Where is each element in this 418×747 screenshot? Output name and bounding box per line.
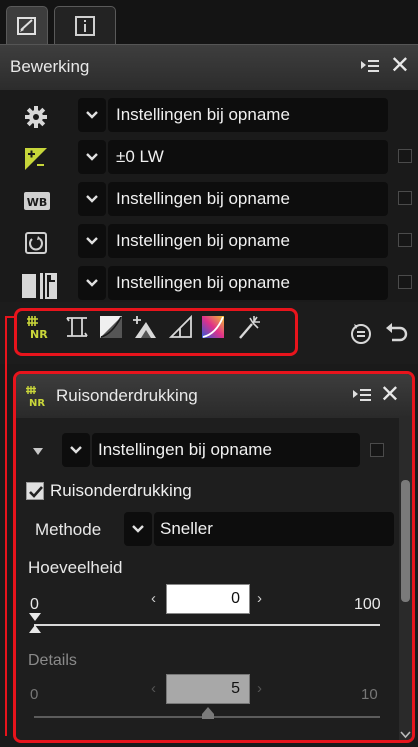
noise-reduction-tool-icon[interactable]: NR	[26, 314, 52, 341]
chevron-down-icon[interactable]	[124, 512, 152, 546]
amount-slider-track[interactable]	[34, 624, 380, 626]
noise-reduction-toggle-label: Ruisonderdrukking	[50, 481, 192, 500]
edit-palette-icon	[17, 16, 36, 35]
row-d-lighting: Instellingen bij opname	[0, 264, 418, 306]
row-picture-control: Instellingen bij opname	[0, 222, 418, 264]
chevron-down-icon[interactable]	[78, 98, 106, 132]
amount-max: 100	[354, 596, 381, 613]
info-icon	[75, 15, 95, 36]
white-balance-select[interactable]: Instellingen bij opname	[108, 182, 388, 216]
amount-input[interactable]: 0	[166, 584, 250, 614]
chevron-down-icon[interactable]	[62, 433, 90, 467]
tab-strip	[0, 0, 418, 44]
details-increment-button[interactable]: ›	[257, 680, 262, 697]
noise-reduction-icon: NR	[26, 385, 50, 409]
d-lighting-checkbox[interactable]	[398, 275, 412, 289]
preset-row: Instellingen bij opname	[16, 432, 400, 468]
noise-preset-checkbox[interactable]	[370, 443, 384, 457]
row-white-balance: WB Instellingen bij opname	[0, 180, 418, 222]
checkbox-checked-icon[interactable]	[26, 482, 44, 500]
row-camera-settings: Instellingen bij opname	[0, 96, 418, 138]
gear-icon[interactable]	[24, 105, 48, 129]
method-label: Methode	[35, 520, 102, 539]
tab-edit[interactable]	[6, 6, 48, 44]
panel-scrollbar[interactable]	[399, 418, 412, 740]
exposure-checkbox[interactable]	[398, 149, 412, 163]
scroll-down-icon[interactable]	[400, 726, 411, 740]
picture-control-select[interactable]: Instellingen bij opname	[108, 224, 388, 258]
method-select[interactable]: Sneller	[154, 512, 394, 546]
amount-decrement-button[interactable]: ‹	[151, 590, 156, 607]
active-d-lighting-icon[interactable]	[22, 273, 68, 299]
edit-palette: Bewerking ✕ Instellingen bij opname ±0 L…	[0, 0, 418, 747]
camera-settings-select[interactable]: Instellingen bij opname	[108, 98, 388, 132]
exposure-compensation-icon[interactable]	[24, 147, 48, 171]
palette-title: Bewerking	[10, 57, 90, 76]
callout-line-top	[5, 316, 16, 318]
close-icon[interactable]: ✕	[380, 382, 400, 408]
amount-increment-button[interactable]: ›	[257, 590, 262, 607]
history-icon[interactable]	[348, 320, 374, 346]
retouch-brush-tool-icon[interactable]	[236, 314, 262, 340]
white-balance-icon[interactable]: WB	[24, 189, 50, 213]
details-decrement-button[interactable]: ‹	[151, 680, 156, 697]
d-lighting-select[interactable]: Instellingen bij opname	[108, 266, 388, 300]
picture-control-checkbox[interactable]	[398, 233, 412, 247]
lch-tool-icon[interactable]	[132, 314, 158, 340]
straighten-tool-icon[interactable]	[64, 314, 90, 340]
noise-preset-select[interactable]: Instellingen bij opname	[92, 433, 360, 467]
palette-menu-icon[interactable]	[360, 58, 380, 81]
chevron-down-icon[interactable]	[78, 182, 106, 216]
svg-text:NR: NR	[30, 328, 48, 340]
tab-info[interactable]	[54, 6, 116, 44]
picture-control-icon[interactable]	[24, 231, 48, 255]
chevron-down-icon[interactable]	[78, 224, 106, 258]
noise-reduction-header: NR Ruisonderdrukking ✕	[16, 374, 412, 418]
details-min: 0	[30, 686, 39, 703]
svg-text:WB: WB	[27, 196, 48, 209]
callout-line	[5, 316, 7, 736]
scrollbar-thumb[interactable]	[401, 480, 410, 602]
details-max: 10	[361, 686, 378, 703]
undo-icon[interactable]	[384, 320, 410, 346]
perspective-tool-icon[interactable]	[168, 314, 194, 340]
row-exposure: ±0 LW	[0, 138, 418, 180]
color-booster-tool-icon[interactable]	[200, 314, 226, 340]
amount-slider-handle[interactable]	[28, 612, 42, 639]
details-slider-handle[interactable]	[201, 706, 215, 725]
noise-reduction-panel: NR Ruisonderdrukking ✕ Instellingen bij …	[13, 371, 415, 743]
palette-header: Bewerking ✕	[0, 44, 418, 90]
chevron-down-icon[interactable]	[78, 266, 106, 300]
white-balance-checkbox[interactable]	[398, 191, 412, 205]
noise-reduction-title: Ruisonderdrukking	[56, 386, 198, 405]
chevron-down-icon[interactable]	[78, 140, 106, 174]
close-icon[interactable]: ✕	[390, 53, 410, 79]
noise-reduction-body: Instellingen bij opname Ruisonderdrukkin…	[16, 418, 400, 740]
tool-toolbar: NR	[0, 302, 418, 364]
levels-tool-icon[interactable]	[98, 314, 124, 340]
amount-label: Hoeveelheid	[28, 558, 123, 577]
panel-menu-icon[interactable]	[352, 387, 372, 410]
exposure-select[interactable]: ±0 LW	[108, 140, 388, 174]
svg-text:NR: NR	[29, 398, 45, 407]
collapse-triangle-icon[interactable]	[32, 444, 44, 462]
details-label: Details	[28, 652, 77, 669]
details-input[interactable]: 5	[166, 674, 250, 704]
